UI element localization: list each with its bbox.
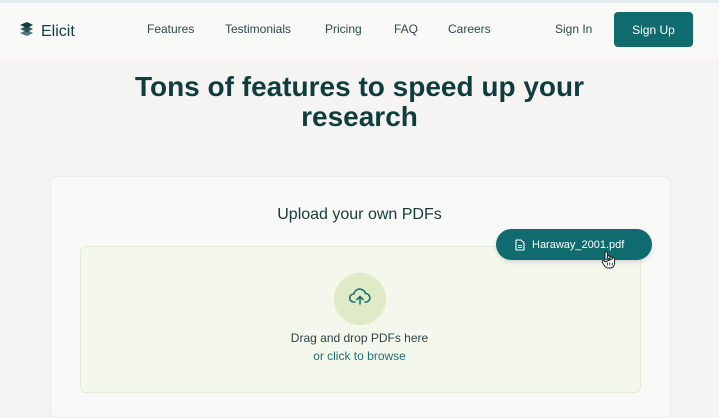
nav-link-faq[interactable]: FAQ (394, 22, 418, 36)
elicit-logo-icon (18, 21, 35, 42)
sign-in-link[interactable]: Sign In (555, 22, 592, 36)
navbar: Elicit Features Testimonials Pricing FAQ… (0, 3, 719, 59)
logo[interactable]: Elicit (18, 21, 75, 42)
upload-button[interactable] (334, 273, 386, 325)
browse-link[interactable]: or click to browse (0, 349, 719, 363)
file-icon (515, 238, 525, 251)
nav-link-features[interactable]: Features (147, 22, 194, 36)
hero-title-line-2: research (301, 101, 418, 132)
nav-link-testimonials[interactable]: Testimonials (225, 22, 291, 36)
sign-up-button[interactable]: Sign Up (614, 12, 693, 47)
cloud-upload-icon (348, 287, 372, 312)
hand-cursor-icon (600, 250, 618, 275)
dragged-file-name: Haraway_2001.pdf (532, 238, 625, 251)
upload-section-title: Upload your own PDFs (277, 206, 442, 223)
dropzone-instructions: Drag and drop PDFs here (290, 331, 429, 345)
hero-title-line-1: Tons of features to speed up your (134, 71, 585, 102)
brand-name: Elicit (41, 22, 75, 40)
nav-link-careers[interactable]: Careers (448, 22, 491, 36)
nav-link-pricing[interactable]: Pricing (325, 22, 362, 36)
hero-title: Tons of features to speed up your resear… (0, 72, 719, 132)
dragged-file-chip[interactable]: Haraway_2001.pdf (496, 229, 652, 260)
